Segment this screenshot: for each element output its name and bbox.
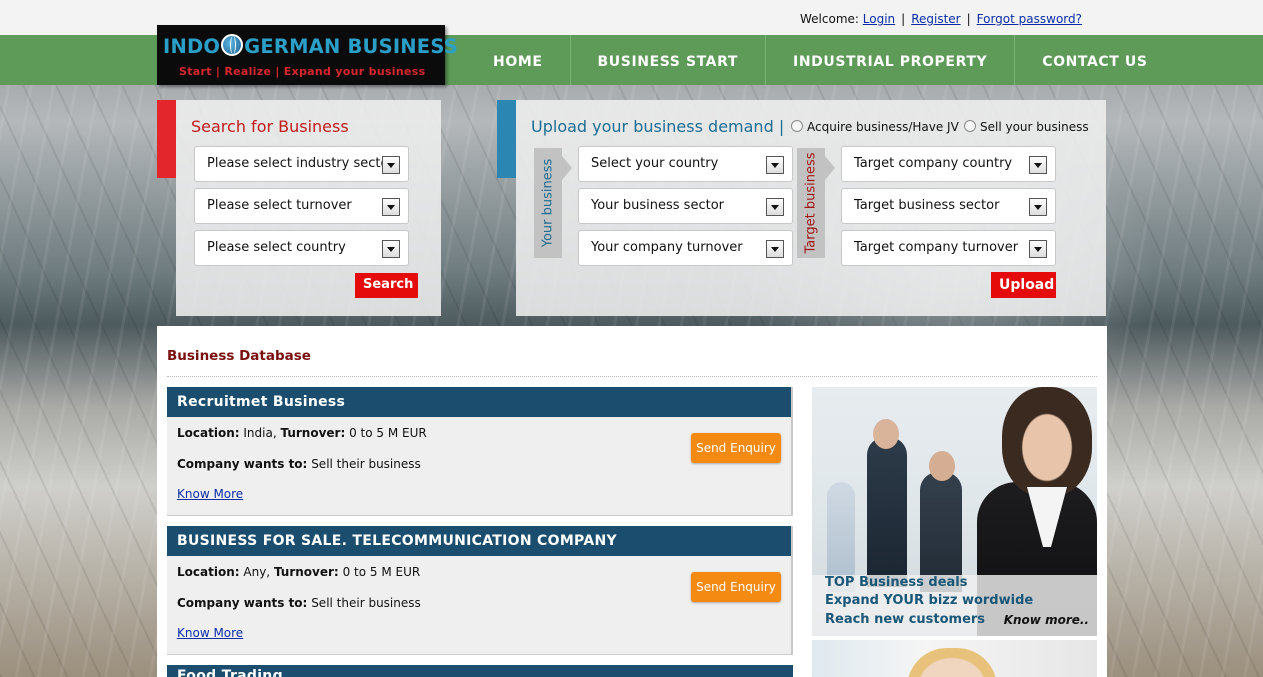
- chevron-down-icon: [766, 198, 784, 216]
- upload-panel: Upload your business demand | Acquire bu…: [497, 100, 1106, 316]
- search-title: Search for Business: [191, 117, 349, 136]
- globe-icon: [221, 34, 244, 56]
- target-turnover-select[interactable]: Target company turnover: [841, 230, 1056, 266]
- chevron-down-icon: [766, 156, 784, 174]
- business-card: BUSINESS FOR SALE. TELECOMMUNICATION COM…: [167, 526, 793, 655]
- nav-industrial-property[interactable]: INDUSTRIAL PROPERTY: [766, 35, 1016, 85]
- radio-icon: [791, 120, 803, 132]
- card-location-row: Location: India, Turnover: 0 to 5 M EUR: [177, 426, 427, 440]
- know-more-link[interactable]: Know More: [177, 626, 243, 640]
- send-enquiry-button[interactable]: Send Enquiry: [691, 433, 781, 463]
- radio-sell[interactable]: Sell your business: [964, 120, 1089, 134]
- radio-acquire[interactable]: Acquire business/Have JV: [791, 120, 959, 134]
- welcome-bar: Welcome: Login | Register | Forgot password?: [800, 12, 1082, 26]
- target-country-select[interactable]: Target company country: [841, 146, 1056, 182]
- nav-business-start[interactable]: BUSINESS START: [571, 35, 767, 85]
- forgot-password-link[interactable]: Forgot password?: [977, 12, 1082, 26]
- main-nav: HOME BUSINESS START INDUSTRIAL PROPERTY …: [466, 35, 1175, 85]
- upload-button[interactable]: Upload: [991, 272, 1056, 298]
- radio-icon: [964, 120, 976, 132]
- country-select[interactable]: Please select country: [194, 230, 409, 266]
- card-location-row: Location: Any, Turnover: 0 to 5 M EUR: [177, 565, 421, 579]
- target-sector-select[interactable]: Target business sector: [841, 188, 1056, 224]
- login-link[interactable]: Login: [863, 12, 895, 26]
- chevron-down-icon: [1029, 240, 1047, 258]
- business-card: Recruitmet Business Location: India, Tur…: [167, 387, 793, 516]
- upload-accent-bar: [497, 100, 516, 178]
- chevron-down-icon: [382, 156, 400, 174]
- search-button[interactable]: Search: [355, 273, 418, 298]
- promo-line: Expand YOUR bizz wordwide: [825, 593, 1034, 608]
- your-sector-select[interactable]: Your business sector: [578, 188, 793, 224]
- logo-tagline: Start | Realize | Expand your business: [179, 65, 426, 78]
- card-title[interactable]: Food Trading: [167, 665, 793, 677]
- person-silhouette: [907, 648, 997, 677]
- promo-line: Reach new customers: [825, 612, 986, 627]
- person-silhouette: [867, 437, 907, 587]
- register-link[interactable]: Register: [911, 12, 960, 26]
- card-wants-row: Company wants to: Sell their business: [177, 596, 421, 610]
- nav-contact-us[interactable]: CONTACT US: [1015, 35, 1174, 85]
- send-enquiry-button[interactable]: Send Enquiry: [691, 572, 781, 602]
- person-silhouette: [1002, 387, 1092, 497]
- your-turnover-select[interactable]: Your company turnover: [578, 230, 793, 266]
- upload-title: Upload your business demand |: [531, 117, 785, 136]
- your-business-label: Your business: [534, 148, 572, 258]
- card-wants-row: Company wants to: Sell their business: [177, 457, 421, 471]
- search-panel: Search for Business Please select indust…: [157, 100, 441, 316]
- know-more-link[interactable]: Know More: [177, 487, 243, 501]
- divider: [167, 376, 1097, 377]
- person-silhouette: [920, 472, 962, 592]
- site-logo[interactable]: INDO GERMAN BUSINESS Start | Realize | Ex…: [157, 25, 458, 85]
- person-silhouette: [929, 451, 955, 481]
- turnover-select[interactable]: Please select turnover: [194, 188, 409, 224]
- chevron-down-icon: [382, 240, 400, 258]
- your-country-select[interactable]: Select your country: [578, 146, 793, 182]
- chevron-down-icon: [1029, 198, 1047, 216]
- promo-line: TOP Business deals: [825, 575, 968, 590]
- promo-know-more-link[interactable]: Know more..: [1004, 613, 1089, 627]
- database-title: Business Database: [167, 348, 311, 364]
- search-accent-bar: [157, 100, 176, 178]
- logo-brand: INDO GERMAN BUSINESS: [163, 34, 458, 58]
- person-silhouette: [873, 419, 899, 449]
- card-title[interactable]: BUSINESS FOR SALE. TELECOMMUNICATION COM…: [167, 526, 791, 556]
- industry-select[interactable]: Please select industry sector: [194, 146, 409, 182]
- content-area: Business Database Recruitmet Business Lo…: [157, 326, 1107, 677]
- chevron-down-icon: [766, 240, 784, 258]
- promo-banner-2[interactable]: [812, 640, 1097, 677]
- welcome-label: Welcome:: [800, 12, 859, 26]
- chevron-down-icon: [382, 198, 400, 216]
- business-card: Food Trading: [167, 665, 793, 677]
- chevron-down-icon: [1029, 156, 1047, 174]
- nav-home[interactable]: HOME: [466, 35, 571, 85]
- target-business-label: Target business: [797, 148, 835, 258]
- card-title[interactable]: Recruitmet Business: [167, 387, 791, 417]
- promo-banner[interactable]: TOP Business deals Expand YOUR bizz word…: [812, 387, 1097, 636]
